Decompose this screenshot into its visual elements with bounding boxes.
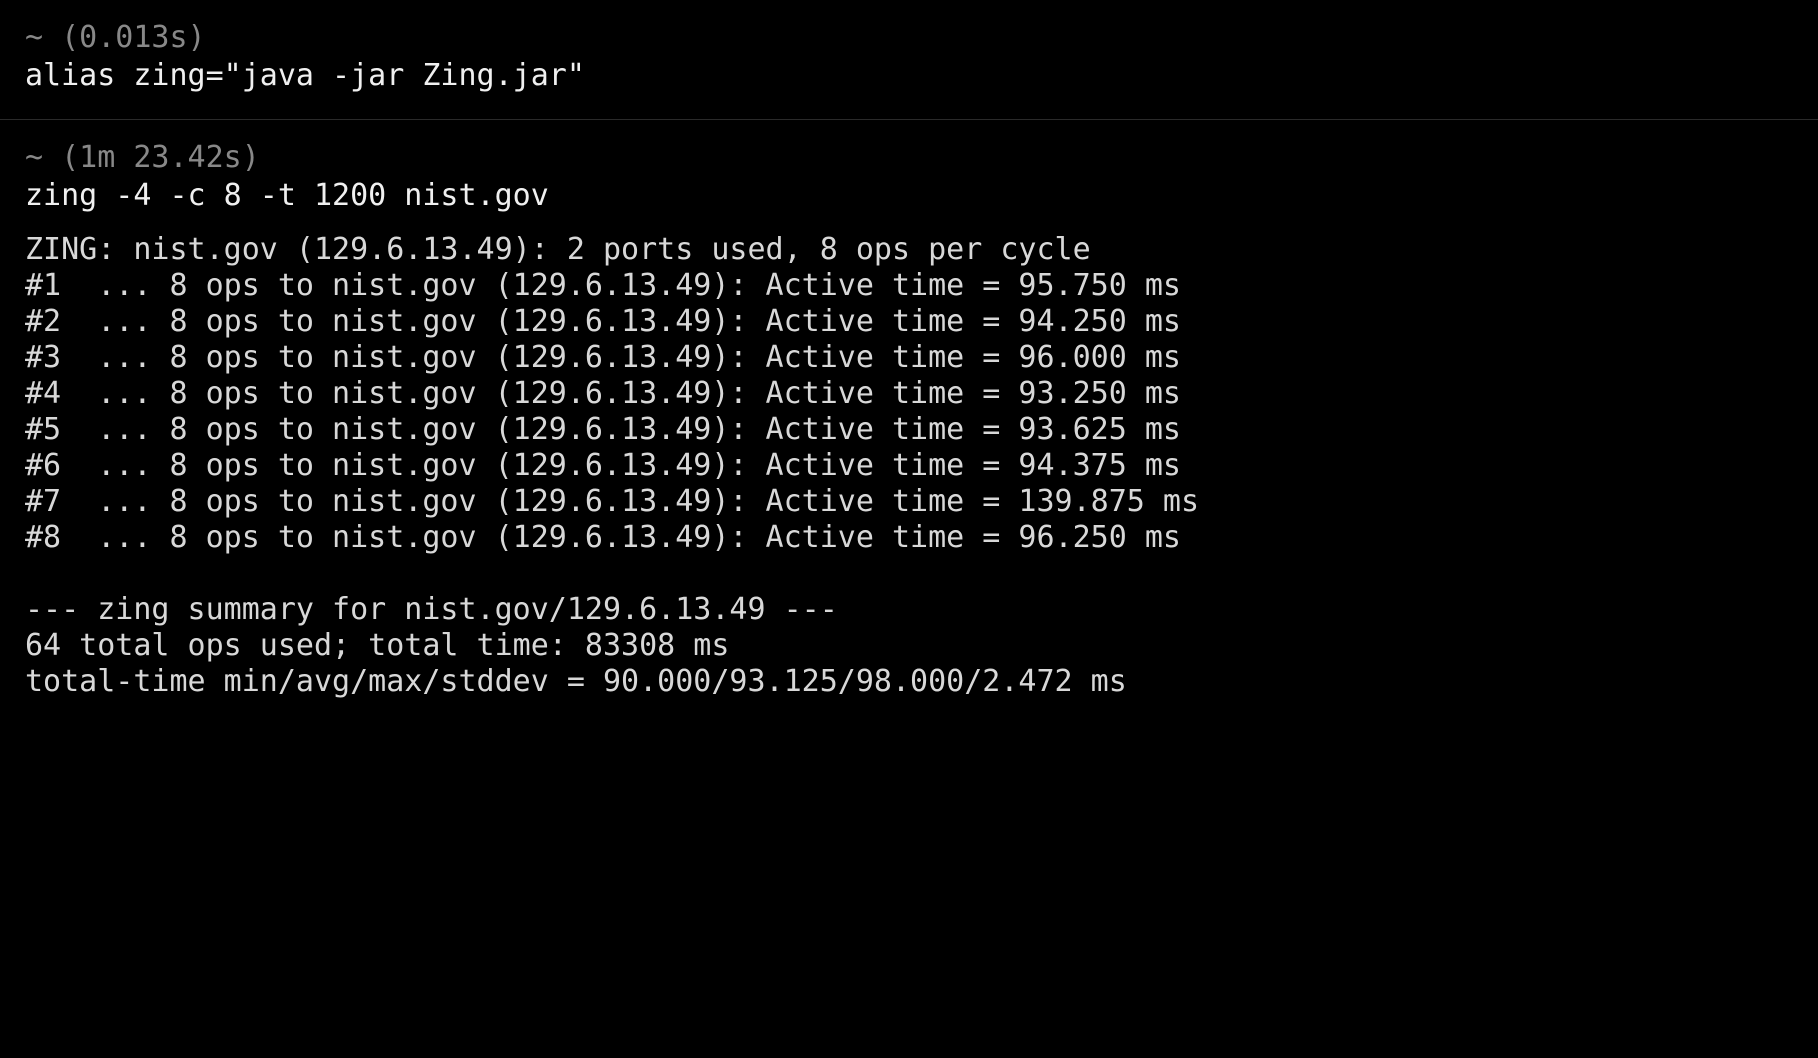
output-line-2: #2 ... 8 ops to nist.gov (129.6.13.49): … [25,304,1793,340]
summary-line-2: 64 total ops used; total time: 83308 ms [25,628,1793,664]
summary-line-3: total-time min/avg/max/stddev = 90.000/9… [25,664,1793,700]
output-line-5: #5 ... 8 ops to nist.gov (129.6.13.49): … [25,412,1793,448]
output-line-8: #8 ... 8 ops to nist.gov (129.6.13.49): … [25,520,1793,556]
prompt-meta-2: ~ (1m 23.42s) [25,140,1793,176]
output-line-7: #7 ... 8 ops to nist.gov (129.6.13.49): … [25,484,1793,520]
output-line-3: #3 ... 8 ops to nist.gov (129.6.13.49): … [25,340,1793,376]
command-2[interactable]: zing -4 -c 8 -t 1200 nist.gov [25,178,1793,214]
output-line-1: #1 ... 8 ops to nist.gov (129.6.13.49): … [25,268,1793,304]
output-header: ZING: nist.gov (129.6.13.49): 2 ports us… [25,232,1793,268]
command-output: ZING: nist.gov (129.6.13.49): 2 ports us… [25,232,1793,700]
summary-line-1: --- zing summary for nist.gov/129.6.13.4… [25,592,1793,628]
terminal-block-1: ~ (0.013s) alias zing="java -jar Zing.ja… [0,0,1818,120]
command-1[interactable]: alias zing="java -jar Zing.jar" [25,58,1793,94]
blank-line [25,556,1793,592]
output-line-6: #6 ... 8 ops to nist.gov (129.6.13.49): … [25,448,1793,484]
terminal-block-2: ~ (1m 23.42s) zing -4 -c 8 -t 1200 nist.… [0,120,1818,725]
output-line-4: #4 ... 8 ops to nist.gov (129.6.13.49): … [25,376,1793,412]
prompt-meta-1: ~ (0.013s) [25,20,1793,56]
